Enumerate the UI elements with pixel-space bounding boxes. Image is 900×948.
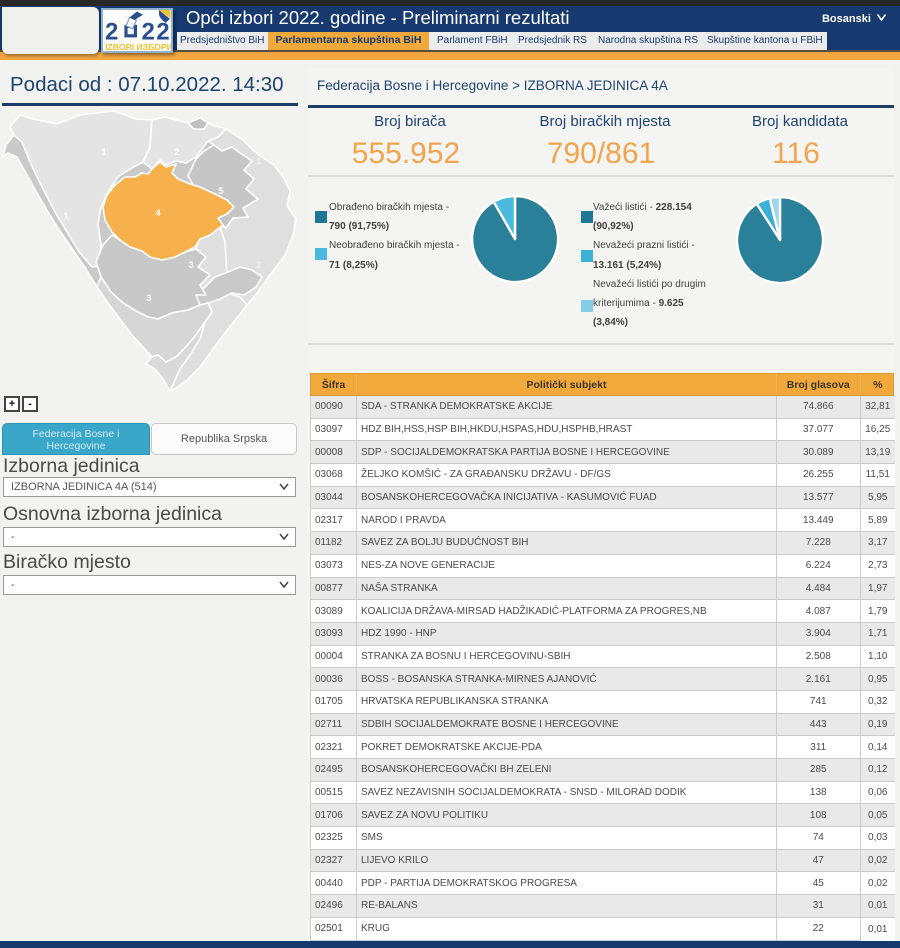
svg-text:1: 1 [256, 156, 261, 166]
svg-text:3: 3 [256, 260, 261, 270]
svg-text:5: 5 [218, 186, 223, 196]
svg-text:3: 3 [188, 260, 193, 270]
svg-text:1: 1 [63, 211, 68, 221]
svg-text:3: 3 [146, 293, 151, 303]
svg-text:2: 2 [174, 147, 179, 157]
svg-text:1: 1 [101, 147, 106, 157]
svg-text:4: 4 [155, 208, 160, 218]
svg-text:IZBORI ИЗБОРИ: IZBORI ИЗБОРИ [105, 42, 171, 51]
